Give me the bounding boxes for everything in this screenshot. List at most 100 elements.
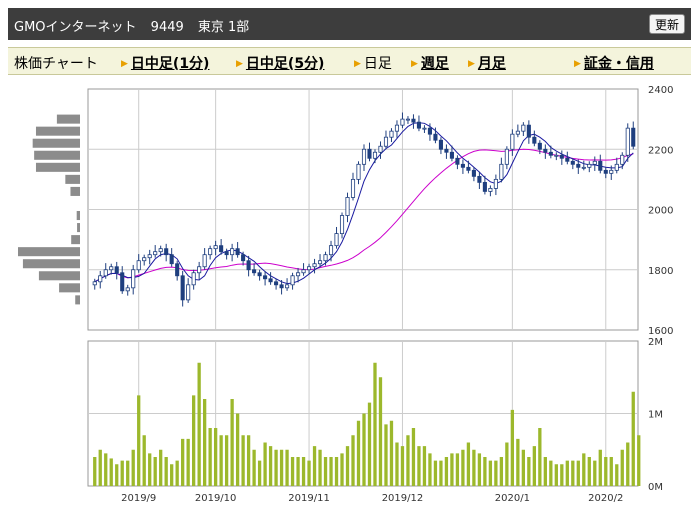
volume-bar <box>411 428 416 486</box>
volume-bar <box>197 362 201 486</box>
volume-bar <box>170 464 174 486</box>
candle-body <box>554 154 559 157</box>
candle-body <box>438 139 443 150</box>
candle-body <box>191 272 196 286</box>
candle-body <box>257 272 262 277</box>
candle-body <box>323 254 328 262</box>
candle-body <box>427 127 432 135</box>
volume-bar <box>538 428 542 486</box>
candle-body <box>197 266 202 274</box>
volume-bar <box>571 460 575 486</box>
volume-bar <box>142 435 146 486</box>
volume-bar <box>159 449 163 486</box>
candle-body <box>158 248 163 253</box>
volume-bar <box>422 446 427 486</box>
volume-bar <box>521 449 526 486</box>
volume-bar <box>378 377 383 486</box>
candle-body <box>488 188 493 192</box>
volume-bar <box>417 446 421 486</box>
candle-body <box>125 287 130 292</box>
candle-body <box>268 278 273 283</box>
volume-profile-bar <box>59 283 80 293</box>
date-tick-label: 2019/9 <box>121 493 156 504</box>
volume-tick-label: 1M <box>648 410 663 421</box>
volume-bar <box>224 435 229 486</box>
volume-bar <box>351 435 355 486</box>
volume-bar <box>230 399 234 486</box>
volume-bar <box>362 413 366 486</box>
candle-body <box>548 151 553 156</box>
candle-body <box>296 272 301 277</box>
candle-body <box>328 245 334 256</box>
price-tick-label: 1600 <box>648 326 673 337</box>
volume-bar <box>477 453 482 486</box>
volume-bar <box>615 464 619 486</box>
volume-bar <box>323 457 328 486</box>
candle-body <box>532 136 537 144</box>
candle-body <box>543 148 548 153</box>
candle-body <box>422 127 427 130</box>
volume-bar <box>620 449 624 486</box>
candle-body <box>471 169 476 177</box>
volume-bar <box>637 435 641 486</box>
volume-bar <box>202 399 207 486</box>
candle-body <box>334 233 339 247</box>
candle-body <box>301 269 306 274</box>
candle-body <box>389 130 394 138</box>
candle-body <box>219 245 224 253</box>
volume-bar <box>587 457 591 486</box>
candle-body <box>504 148 509 165</box>
candle-body <box>109 266 114 271</box>
candle-body <box>383 136 389 147</box>
volume-bar <box>252 449 256 486</box>
candle-body <box>587 163 592 168</box>
volume-bar <box>406 435 410 486</box>
candle-body <box>559 154 564 159</box>
volume-bar <box>279 449 284 486</box>
volume-profile-bar <box>35 126 80 136</box>
candle-body <box>356 163 361 180</box>
volume-bar <box>598 449 602 486</box>
candle-body <box>493 178 498 189</box>
volume-bar <box>186 438 190 486</box>
volume-bar <box>208 428 212 486</box>
candle-body <box>164 248 169 256</box>
candle-body <box>482 181 487 192</box>
candle-body <box>208 248 213 256</box>
volume-bar <box>329 457 333 486</box>
volume-bar <box>466 442 471 486</box>
volume-bar <box>181 438 185 486</box>
candle-body <box>147 254 152 259</box>
volume-tick-label: 2M <box>648 337 663 348</box>
candle-body <box>449 151 454 159</box>
volume-bar <box>340 453 344 486</box>
volume-bar <box>213 428 218 486</box>
price-grid <box>87 88 639 331</box>
volume-profile-bar <box>65 174 80 184</box>
candle-body <box>455 157 460 165</box>
volume-bar <box>549 460 553 486</box>
volume-bar <box>488 460 493 486</box>
volume-profile-bar <box>35 162 80 172</box>
stock-chart: 1600 1800 2000 2200 2400 2M 1M 0M 2019/9 2019/10 2… <box>18 85 673 504</box>
volume-bar <box>290 457 295 486</box>
volume-bar <box>164 457 168 486</box>
volume-bar <box>461 449 465 486</box>
candle-body <box>169 254 174 265</box>
candle-body <box>466 166 471 171</box>
candle-body <box>317 260 323 265</box>
volume-bar <box>483 457 487 486</box>
volume-bar <box>312 446 317 486</box>
candle-body <box>405 118 411 121</box>
volume-bar <box>593 460 597 486</box>
volume-bar <box>395 442 399 486</box>
date-tick-label: 2020/1 <box>495 493 530 504</box>
candle-body <box>609 169 614 174</box>
volume-bar <box>439 460 443 486</box>
volume-bar <box>120 460 124 486</box>
volume-bar <box>428 453 432 486</box>
volume-bar <box>109 458 113 486</box>
volume-bar <box>444 457 449 486</box>
volume-bar <box>554 464 558 486</box>
candle-body <box>285 284 290 289</box>
